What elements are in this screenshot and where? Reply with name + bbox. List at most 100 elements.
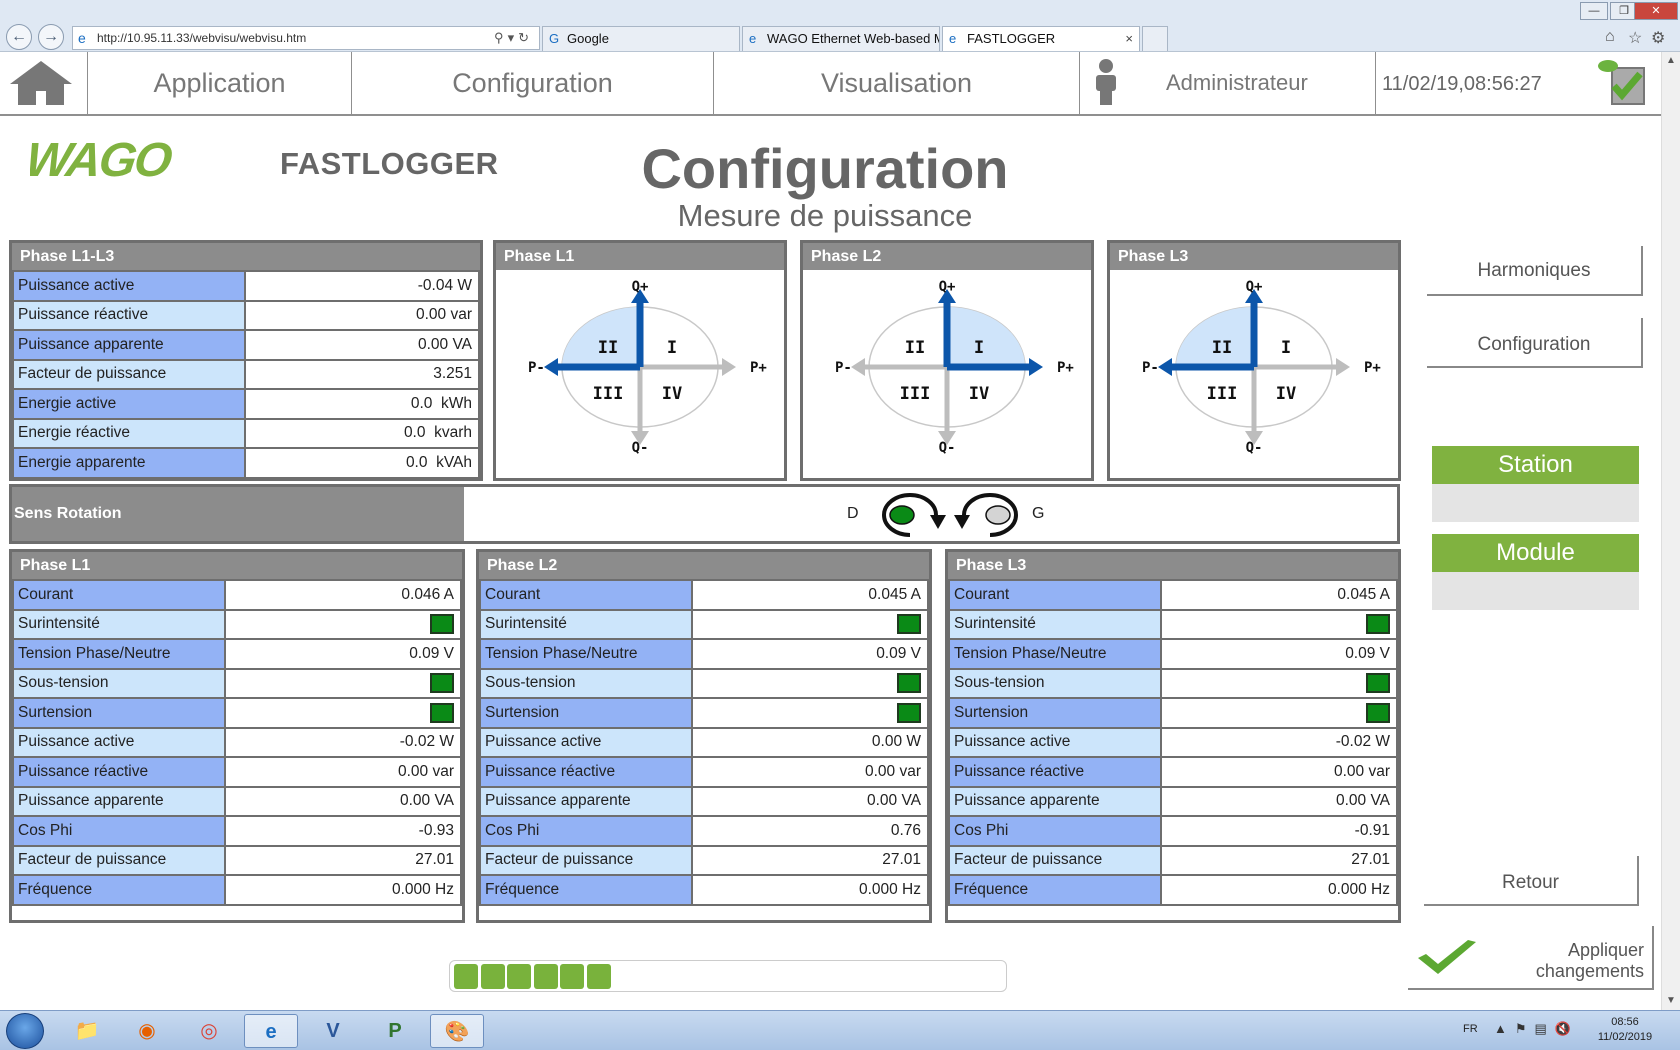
rotation-direction-icon xyxy=(882,493,1018,537)
progress-segment xyxy=(454,964,478,989)
table-row: Puissance active -0.02 W xyxy=(12,726,462,758)
row-label: Courant xyxy=(948,579,1162,611)
panel-title: Phase L1 xyxy=(496,243,784,270)
internet-explorer-icon[interactable]: e xyxy=(244,1014,298,1048)
table-row: Facteur de puissance 27.01 xyxy=(12,844,462,876)
progress-segment xyxy=(507,964,531,989)
row-label: Courant xyxy=(12,579,226,611)
quadrant-label: I xyxy=(667,338,677,358)
row-label: Fréquence xyxy=(479,874,693,906)
harmoniques-button[interactable]: Harmoniques xyxy=(1427,246,1643,296)
back-icon[interactable]: ← xyxy=(6,24,32,50)
row-label: Cos Phi xyxy=(948,815,1162,847)
favorites-star-icon[interactable]: ☆ xyxy=(1628,28,1642,48)
scroll-up-icon[interactable]: ▲ xyxy=(1662,52,1680,70)
settings-gear-icon[interactable]: ⚙ xyxy=(1651,28,1665,48)
row-status xyxy=(691,667,929,699)
row-status xyxy=(224,608,462,640)
row-label: Fréquence xyxy=(12,874,226,906)
table-row: Facteur de puissance 3.251 xyxy=(12,358,480,390)
table-row: Facteur de puissance 27.01 xyxy=(948,844,1398,876)
visio-icon[interactable]: V xyxy=(306,1014,360,1048)
vertical-scrollbar[interactable]: ▲ ▼ xyxy=(1661,52,1680,1010)
window-close-icon[interactable]: ✕ xyxy=(1634,2,1678,20)
chrome-icon[interactable]: ◎ xyxy=(182,1014,236,1048)
row-label: Puissance apparente xyxy=(948,785,1162,817)
quadrant-label: III xyxy=(900,384,931,404)
panel-title: Phase L2 xyxy=(803,243,1091,270)
row-label: Sous-tension xyxy=(948,667,1162,699)
table-row: Puissance apparente 0.00 VA xyxy=(12,785,462,817)
row-value: 0.000 Hz xyxy=(1160,874,1398,906)
arrow-head xyxy=(1158,358,1172,376)
table-row: Fréquence 0.000 Hz xyxy=(479,874,929,906)
row-value: 0.00 var xyxy=(224,756,462,788)
row-value: -0.02 W xyxy=(224,726,462,758)
start-button[interactable] xyxy=(6,1013,44,1049)
apply-changes-button[interactable]: Appliquer changements xyxy=(1408,926,1654,990)
progress-bar xyxy=(449,960,1007,992)
row-value: 0.09 V xyxy=(224,638,462,670)
scroll-down-icon[interactable]: ▼ xyxy=(1662,992,1680,1010)
menu-application[interactable]: Application xyxy=(87,52,351,114)
row-label: Puissance active xyxy=(12,270,246,302)
quadrant-label: Q+ xyxy=(632,279,649,295)
tab-close-icon[interactable]: × xyxy=(1125,27,1133,51)
row-label: Puissance apparente xyxy=(479,785,693,817)
file-explorer-icon[interactable]: 📁 xyxy=(60,1014,114,1048)
table-row: Tension Phase/Neutre 0.09 V xyxy=(948,638,1398,670)
menu-configuration[interactable]: Configuration xyxy=(351,52,713,114)
datetime-display: 11/02/19,08:56:27 xyxy=(1382,73,1542,95)
minimize-icon[interactable]: — xyxy=(1580,2,1608,20)
language-indicator[interactable]: FR xyxy=(1463,1023,1478,1035)
row-value: 0.00 var xyxy=(244,299,480,331)
ie-icon: e xyxy=(949,31,957,46)
quadrant-panel-l1: Phase L1 Q+ Q- P+ P- I II III IV xyxy=(493,240,787,481)
row-value: 0.045 A xyxy=(691,579,929,611)
paint-icon[interactable]: 🎨 xyxy=(430,1014,484,1048)
row-label: Surintensité xyxy=(12,608,226,640)
firefox-icon[interactable]: ◉ xyxy=(120,1014,174,1048)
user-menu[interactable]: Administrateur xyxy=(1079,52,1376,114)
tab-google[interactable]: G Google xyxy=(542,26,740,51)
taskbar-clock[interactable]: 08:56 11/02/2019 xyxy=(1590,1015,1660,1045)
new-tab-button[interactable] xyxy=(1142,26,1168,51)
row-status xyxy=(1160,697,1398,729)
quadrant-label: I xyxy=(1281,338,1291,358)
forward-icon[interactable]: → xyxy=(38,24,64,50)
row-value: 0.000 Hz xyxy=(224,874,462,906)
quadrant-label: P+ xyxy=(1364,360,1381,376)
table-row: Surtension xyxy=(479,697,929,729)
row-label: Puissance apparente xyxy=(12,785,226,817)
search-refresh-icons[interactable]: ⚲▾↻ xyxy=(494,27,533,49)
row-label: Facteur de puissance xyxy=(948,844,1162,876)
progress-segment xyxy=(560,964,584,989)
row-value: 0.0 kvarh xyxy=(244,417,480,449)
row-status xyxy=(224,667,462,699)
address-bar[interactable]: e http://10.95.11.33/webvisu/webvisu.htm… xyxy=(72,26,540,50)
status-indicator xyxy=(430,702,454,723)
quadrant-highlight xyxy=(947,307,1025,367)
retour-button[interactable]: Retour xyxy=(1424,856,1639,906)
table-row: Sous-tension xyxy=(12,667,462,699)
quadrant-diagram: Q+Q-P+P-IIIIII IV xyxy=(1142,279,1381,456)
project-icon[interactable]: P xyxy=(368,1014,422,1048)
configuration-button[interactable]: Configuration xyxy=(1427,318,1643,368)
tab-fastlogger[interactable]: e FASTLOGGER × xyxy=(942,26,1140,51)
quadrant-highlight xyxy=(1176,307,1254,367)
table-row: Tension Phase/Neutre 0.09 V xyxy=(479,638,929,670)
home-page-icon[interactable]: ⌂ xyxy=(1605,28,1615,46)
table-row: Energie active 0.0 kWh xyxy=(12,388,480,420)
tab-wago[interactable]: e WAGO Ethernet Web-based M... xyxy=(742,26,940,51)
row-label: Fréquence xyxy=(948,874,1162,906)
row-value: 27.01 xyxy=(224,844,462,876)
row-value: -0.93 xyxy=(224,815,462,847)
checkmark-icon xyxy=(1418,940,1476,974)
user-icon xyxy=(1096,59,1116,105)
tray-icons[interactable]: ▲⚑▤🔇 xyxy=(1494,1021,1579,1037)
row-value: -0.04 W xyxy=(244,270,480,302)
row-label: Facteur de puissance xyxy=(479,844,693,876)
quadrant-label: IV xyxy=(969,384,989,404)
home-icon[interactable] xyxy=(6,58,76,108)
menu-visualisation[interactable]: Visualisation xyxy=(713,52,1079,114)
